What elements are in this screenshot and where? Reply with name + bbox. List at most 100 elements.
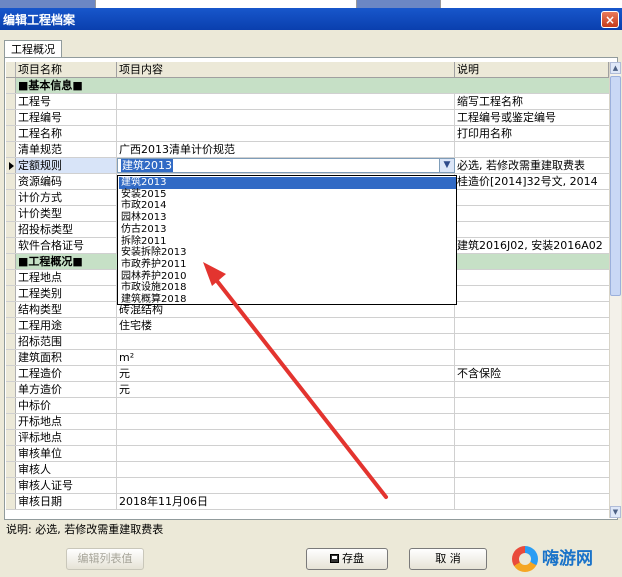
field-value[interactable]: 2018年11月06日 — [117, 494, 455, 509]
status-description: 说明: 必选, 若修改需重建取费表 — [6, 523, 164, 536]
save-button-label: 存盘 — [342, 552, 364, 565]
row-indicator — [6, 238, 16, 253]
row-indicator — [6, 494, 16, 509]
table-row[interactable]: 审核日期 2018年11月06日 — [6, 494, 609, 510]
dropdown-option[interactable]: 拆除2011 — [119, 236, 456, 248]
dropdown-option[interactable]: 市政设施2018 — [119, 282, 456, 294]
field-note — [455, 350, 609, 365]
dropdown-option[interactable]: 安装2015 — [119, 189, 456, 201]
field-value[interactable]: m² — [117, 350, 455, 365]
field-value[interactable] — [117, 478, 455, 493]
field-note — [455, 334, 609, 349]
section-header-row[interactable]: ■基本信息■ — [6, 78, 609, 94]
field-value[interactable]: 广西2013清单计价规范 — [117, 142, 455, 157]
dropdown-option[interactable]: 市政养护2011 — [119, 259, 456, 271]
section-title: ■基本信息■ — [18, 79, 83, 92]
field-value[interactable]: 元 — [117, 366, 455, 381]
scroll-up-arrow-icon[interactable]: ▲ — [610, 62, 621, 74]
field-value[interactable] — [117, 110, 455, 125]
table-row[interactable]: 开标地点 — [6, 414, 609, 430]
edit-list-values-button[interactable]: 编辑列表值 — [66, 548, 144, 570]
field-name: 计价类型 — [16, 206, 117, 221]
dropdown-option[interactable]: 建筑概算2018 — [119, 294, 456, 304]
field-name: 工程号 — [16, 94, 117, 109]
table-row[interactable]: 工程名称 打印用名称 — [6, 126, 609, 142]
field-note: 工程编号或鉴定编号 — [457, 111, 556, 124]
field-value[interactable]: 住宅楼 — [117, 318, 455, 333]
field-value[interactable] — [117, 430, 455, 445]
table-row[interactable]: 清单规范 广西2013清单计价规范 — [6, 142, 609, 158]
background-window-fragment — [440, 0, 622, 8]
row-indicator — [6, 382, 16, 397]
dropdown-option[interactable]: 建筑2013 — [119, 177, 456, 189]
table-row[interactable]: 审核人证号 — [6, 478, 609, 494]
column-header-content[interactable]: 项目内容 — [117, 62, 455, 77]
tab-project-overview[interactable]: 工程概况 — [4, 40, 62, 58]
field-value[interactable] — [117, 94, 455, 109]
field-name: 工程用途 — [16, 318, 117, 333]
field-value[interactable] — [117, 126, 455, 141]
scroll-down-arrow-icon[interactable]: ▼ — [610, 506, 621, 518]
background-window-fragment — [95, 0, 357, 8]
window-title: 编辑工程档案 — [3, 13, 76, 27]
field-name: 评标地点 — [16, 430, 117, 445]
row-indicator — [6, 158, 16, 173]
field-value[interactable] — [117, 334, 455, 349]
dropdown-option[interactable]: 园林养护2010 — [119, 271, 456, 283]
dropdown-option[interactable]: 安装拆除2013 — [119, 247, 456, 259]
table-row[interactable]: 招标范围 — [6, 334, 609, 350]
dropdown-option[interactable]: 市政2014 — [119, 200, 456, 212]
field-value[interactable] — [117, 414, 455, 429]
save-button[interactable]: 存盘 — [306, 548, 388, 570]
field-note — [455, 494, 609, 509]
field-name: 结构类型 — [16, 302, 117, 317]
close-button[interactable]: × — [601, 11, 619, 28]
row-indicator — [6, 126, 16, 141]
cancel-button[interactable]: 取 消 — [409, 548, 487, 570]
field-value[interactable]: 元 — [117, 382, 455, 397]
combobox-value[interactable]: 建筑2013 — [121, 159, 173, 172]
row-indicator — [6, 206, 16, 221]
field-value[interactable] — [117, 446, 455, 461]
table-row[interactable]: 工程造价元不含保险 — [6, 366, 609, 382]
field-value[interactable] — [117, 462, 455, 477]
row-indicator — [6, 62, 16, 77]
scroll-thumb[interactable] — [610, 76, 621, 296]
table-row[interactable]: 工程编号 工程编号或鉴定编号 — [6, 110, 609, 126]
column-header-note[interactable]: 说明 — [455, 62, 609, 77]
table-row[interactable]: 中标价 — [6, 398, 609, 414]
field-note — [455, 190, 609, 205]
table-row[interactable]: 工程号 缩写工程名称 — [6, 94, 609, 110]
dropdown-chevron-icon[interactable]: ▼ — [439, 159, 454, 172]
table-row[interactable]: 审核单位 — [6, 446, 609, 462]
quota-rule-combobox[interactable]: 建筑2013 ▼ — [117, 158, 455, 173]
row-indicator — [6, 318, 16, 333]
table-row[interactable]: 定额规则 建筑2013 ▼ 必选, 若修改需重建取费表 — [6, 158, 609, 174]
field-note: 建筑2016J02, 安装2016A02 — [457, 239, 603, 252]
table-row[interactable]: 评标地点 — [6, 430, 609, 446]
field-name: 工程名称 — [16, 126, 117, 141]
quota-rule-dropdown-list[interactable]: 建筑2013 安装2015 市政2014 园林2013 仿古2013 拆除2011 安装拆除… — [117, 175, 457, 305]
table-row[interactable]: 审核人 — [6, 462, 609, 478]
column-header-name[interactable]: 项目名称 — [16, 62, 117, 77]
field-name: 定额规则 — [16, 158, 117, 173]
vertical-scrollbar[interactable]: ▲ ▼ — [609, 62, 621, 518]
table-row[interactable]: 建筑面积 m² — [6, 350, 609, 366]
dropdown-option[interactable]: 仿古2013 — [119, 224, 456, 236]
title-bar: 编辑工程档案 × — [0, 0, 622, 30]
field-note — [455, 206, 609, 221]
table-row[interactable]: 单方造价元 — [6, 382, 609, 398]
field-note — [455, 478, 609, 493]
grid-header: 项目名称 项目内容 说明 — [6, 62, 609, 78]
field-name: 工程地点 — [16, 270, 117, 285]
field-note: 缩写工程名称 — [457, 95, 523, 108]
field-value[interactable] — [117, 398, 455, 413]
row-indicator — [6, 78, 16, 93]
field-name: 资源编码 — [16, 174, 117, 189]
dropdown-option[interactable]: 园林2013 — [119, 212, 456, 224]
row-indicator — [6, 478, 16, 493]
row-indicator — [6, 430, 16, 445]
table-row[interactable]: 工程用途 住宅楼 — [6, 318, 609, 334]
row-indicator — [6, 174, 16, 189]
field-name: 清单规范 — [16, 142, 117, 157]
